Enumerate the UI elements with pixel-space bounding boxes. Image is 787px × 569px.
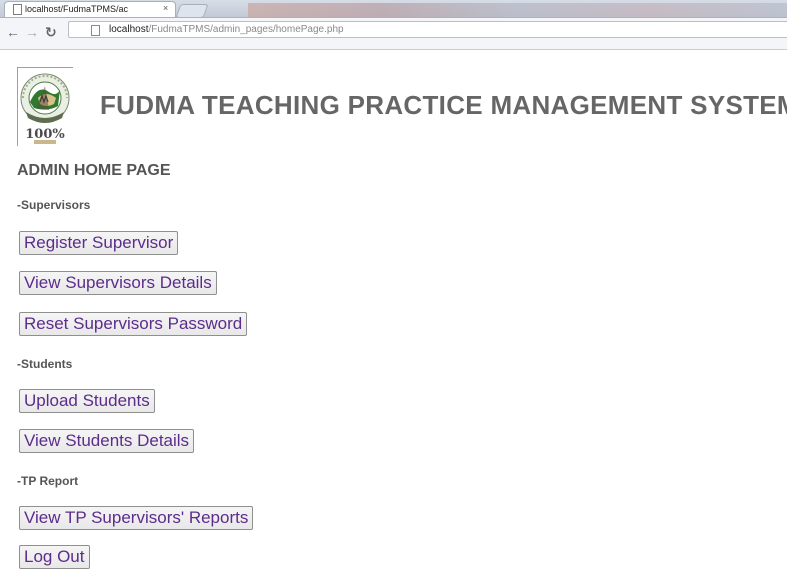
reset-supervisors-password-button[interactable]: Reset Supervisors Password: [19, 312, 248, 336]
university-logo: 100%: [17, 67, 73, 146]
browser-tab[interactable]: localhost/FudmaTPMS/ac ×: [4, 1, 176, 17]
tab-strip-background: [248, 3, 787, 17]
view-supervisors-details-button[interactable]: View Supervisors Details: [19, 271, 217, 295]
upload-students-button[interactable]: Upload Students: [19, 389, 155, 413]
browser-toolbar: ← → ↻ localhost/FudmaTPMS/admin_pages/ho…: [0, 18, 787, 50]
section-label-students: -Students: [17, 357, 73, 371]
view-students-details-button[interactable]: View Students Details: [19, 429, 195, 453]
tab-close-icon[interactable]: ×: [163, 3, 168, 14]
page-title: ADMIN HOME PAGE: [17, 162, 171, 179]
view-tp-supervisors-reports-button[interactable]: View TP Supervisors' Reports: [19, 506, 254, 530]
logo-text: 100%: [25, 127, 65, 142]
reload-icon[interactable]: ↻: [45, 24, 57, 40]
forward-arrow-icon[interactable]: →: [25, 24, 39, 40]
browser-tab-strip: localhost/FudmaTPMS/ac ×: [0, 0, 787, 18]
page-icon: [91, 25, 100, 36]
tab-title: localhost/FudmaTPMS/ac: [25, 4, 129, 14]
section-label-tp-report: -TP Report: [17, 474, 79, 488]
address-bar[interactable]: localhost/FudmaTPMS/admin_pages/homePage…: [68, 21, 787, 38]
section-label-supervisors: -Supervisors: [17, 198, 91, 212]
url-host: localhost: [109, 24, 149, 35]
page-icon: [13, 4, 22, 15]
log-out-button[interactable]: Log Out: [19, 545, 90, 569]
register-supervisor-button[interactable]: Register Supervisor: [19, 231, 179, 255]
back-arrow-icon[interactable]: ←: [6, 24, 20, 40]
site-title: FUDMA TEACHING PRACTICE MANAGEMENT SYSTE…: [100, 90, 787, 120]
url-text: localhost/FudmaTPMS/admin_pages/homePage…: [109, 24, 344, 36]
new-tab-button[interactable]: [175, 4, 209, 17]
url-path: /FudmaTPMS/admin_pages/homePage.php: [148, 24, 344, 35]
